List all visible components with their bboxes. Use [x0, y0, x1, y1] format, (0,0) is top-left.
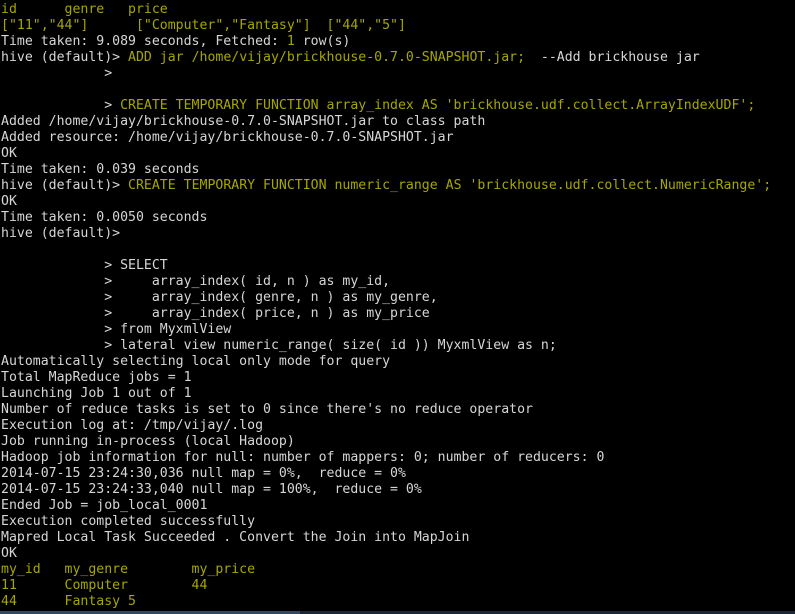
terminal-text: Hadoop job information for null: number … [1, 450, 605, 465]
terminal-line: Time taken: 0.0050 seconds [0, 210, 795, 226]
terminal-text: > lateral view numeric_range( size( id )… [1, 338, 557, 353]
terminal-line: 2014-07-15 23:24:33,040 null map = 100%,… [0, 482, 795, 498]
terminal-text: 11 Computer 44 [1, 578, 208, 593]
terminal-text: Total MapReduce jobs = 1 [1, 370, 192, 385]
terminal-text: OK [1, 546, 17, 561]
terminal-line: Total MapReduce jobs = 1 [0, 370, 795, 386]
terminal-text: CREATE TEMPORARY FUNCTION array_index AS… [120, 98, 756, 113]
terminal-text: row(s) [294, 34, 351, 49]
terminal-text: Execution completed successfully [1, 514, 256, 529]
terminal-line: 2014-07-15 23:24:30,036 null map = 0%, r… [0, 466, 795, 482]
terminal-text: 2014-07-15 23:24:33,040 null map = 100%,… [1, 482, 422, 497]
terminal-text: id genre price [1, 2, 168, 17]
terminal-line: OK [0, 546, 795, 562]
terminal-line: Execution log at: /tmp/vijay/.log [0, 418, 795, 434]
terminal-text: Time taken: 9.089 seconds, Fetched: [1, 34, 287, 49]
terminal-window[interactable]: id genre price ["11","44"] ["Computer","F… [0, 0, 795, 614]
terminal-line: > lateral view numeric_range( size( id )… [0, 338, 795, 354]
terminal-text: > array_index( price, n ) as my_price [1, 306, 430, 321]
terminal-text: 44 Fantasy 5 [1, 594, 136, 609]
terminal-text: 1 [286, 34, 295, 49]
terminal-text: OK [1, 194, 17, 209]
terminal-text: > [1, 98, 121, 113]
terminal-text: Number of reduce tasks is set to 0 since… [1, 402, 533, 417]
terminal-line: id genre price [0, 2, 795, 18]
terminal-line: Execution completed successfully [0, 514, 795, 530]
terminal-line: Number of reduce tasks is set to 0 since… [0, 402, 795, 418]
terminal-line: Mapred Local Task Succeeded . Convert th… [0, 530, 795, 546]
terminal-text: Job running in-process (local Hadoop) [1, 434, 295, 449]
terminal-line: > CREATE TEMPORARY FUNCTION array_index … [0, 98, 795, 114]
terminal-line: 44 Fantasy 5 [0, 594, 795, 610]
terminal-text: OK [1, 146, 17, 161]
terminal-line: my_id my_genre my_price [0, 562, 795, 578]
terminal-text: Execution log at: /tmp/vijay/.log [1, 418, 264, 433]
terminal-line: ["11","44"] ["Computer","Fantasy"] ["44"… [0, 18, 795, 34]
terminal-line: OK [0, 194, 795, 210]
terminal-line: > array_index( id, n ) as my_id, [0, 274, 795, 290]
terminal-text: hive (default)> [1, 226, 121, 241]
terminal-text: 2014-07-15 23:24:30,036 null map = 0%, r… [1, 466, 406, 481]
terminal-line: > SELECT [0, 258, 795, 274]
terminal-line: Hadoop job information for null: number … [0, 450, 795, 466]
terminal-line: Added resource: /home/vijay/brickhouse-0… [0, 130, 795, 146]
terminal-line: Launching Job 1 out of 1 [0, 386, 795, 402]
terminal-line: 11 Computer 44 [0, 578, 795, 594]
terminal-line: > from MyxmlView [0, 322, 795, 338]
terminal-line: Job running in-process (local Hadoop) [0, 434, 795, 450]
terminal-text: ["11","44"] ["Computer","Fantasy"] ["44"… [1, 18, 406, 33]
terminal-line: > array_index( price, n ) as my_price [0, 306, 795, 322]
terminal-text: Launching Job 1 out of 1 [1, 386, 192, 401]
terminal-line: hive (default)> ADD jar /home/vijay/bric… [0, 50, 795, 66]
terminal-line: > array_index( genre, n ) as my_genre, [0, 290, 795, 306]
terminal-text: Added resource: /home/vijay/brickhouse-0… [1, 130, 454, 145]
terminal-line: hive (default)> [0, 226, 795, 242]
terminal-text: Ended Job = job_local_0001 [1, 498, 208, 513]
terminal-text: Time taken: 0.0050 seconds [1, 210, 208, 225]
terminal-text: > [1, 66, 113, 81]
terminal-text: > from MyxmlView [1, 322, 232, 337]
terminal-text: Time taken: 0.039 seconds [1, 162, 200, 177]
terminal-text: Automatically selecting local only mode … [1, 354, 391, 369]
terminal-line: > [0, 66, 795, 82]
terminal-text: my_id my_genre my_price [1, 562, 256, 577]
terminal-line: Automatically selecting local only mode … [0, 354, 795, 370]
terminal-line: Time taken: 0.039 seconds [0, 162, 795, 178]
terminal-line: hive (default)> CREATE TEMPORARY FUNCTIO… [0, 178, 795, 194]
terminal-text: hive (default)> [1, 50, 129, 65]
terminal-text: --Add brickhouse jar [525, 50, 700, 65]
terminal-text: > SELECT [1, 258, 168, 273]
terminal-screen[interactable]: id genre price ["11","44"] ["Computer","F… [0, 2, 795, 614]
terminal-text: > array_index( id, n ) as my_id, [1, 274, 391, 289]
terminal-text: ADD jar /home/vijay/brickhouse-0.7.0-SNA… [128, 50, 526, 65]
terminal-line: OK [0, 146, 795, 162]
terminal-line: Added /home/vijay/brickhouse-0.7.0-SNAPS… [0, 114, 795, 130]
terminal-text: CREATE TEMPORARY FUNCTION numeric_range … [128, 178, 772, 193]
terminal-text: > array_index( genre, n ) as my_genre, [1, 290, 438, 305]
terminal-line: Ended Job = job_local_0001 [0, 498, 795, 514]
terminal-text: Added /home/vijay/brickhouse-0.7.0-SNAPS… [1, 114, 486, 129]
terminal-text: hive (default)> [1, 178, 129, 193]
terminal-text: Mapred Local Task Succeeded . Convert th… [1, 530, 470, 545]
terminal-line: Time taken: 9.089 seconds, Fetched: 1 ro… [0, 34, 795, 50]
